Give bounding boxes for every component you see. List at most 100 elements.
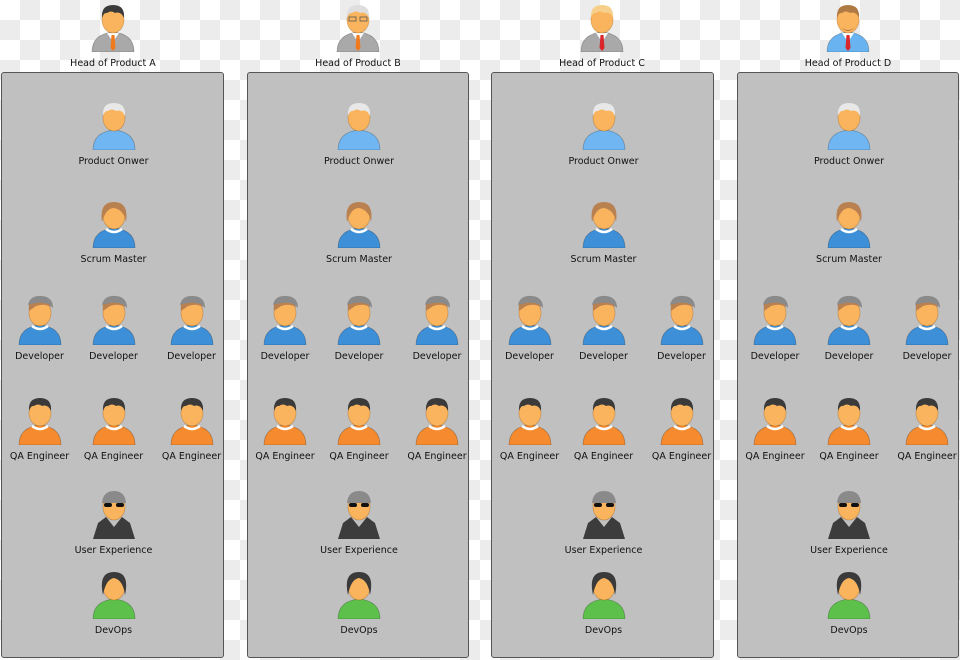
dev-avatar-icon [559, 293, 649, 345]
team-member-dev: Developer [637, 293, 727, 362]
po-avatar-icon [559, 98, 649, 150]
team-member-po: Product Onwer [804, 98, 894, 167]
person-label: Head of Product B [315, 58, 401, 69]
team-member-qa: QA Engineer [69, 393, 159, 462]
dev-avatar-icon [147, 293, 237, 345]
team-member-qa: QA Engineer [804, 393, 894, 462]
member-label: Scrum Master [80, 254, 147, 265]
team-member-ux: User Experience [804, 487, 894, 556]
team-member-dev: Developer [314, 293, 404, 362]
devops-avatar-icon [69, 567, 159, 619]
person-avatar-icon [557, 0, 647, 52]
ux-avatar-icon [69, 487, 159, 539]
team-member-qa: QA Engineer [147, 393, 237, 462]
team-member-ux: User Experience [314, 487, 404, 556]
member-label: Product Onwer [568, 156, 639, 167]
member-label: Product Onwer [323, 156, 395, 167]
member-label: DevOps [584, 625, 623, 636]
member-label: Developer [334, 351, 384, 362]
team-member-ux: User Experience [69, 487, 159, 556]
team-member-devops: DevOps [559, 567, 649, 636]
head-of-product-c: Head of Product C [557, 0, 647, 69]
member-label: Scrum Master [816, 254, 882, 265]
qa-avatar-icon [392, 393, 482, 445]
person-avatar-icon [803, 0, 893, 52]
member-label: QA Engineer [161, 451, 222, 462]
member-label: Developer [902, 351, 952, 362]
team-member-qa: QA Engineer [314, 393, 404, 462]
qa-avatar-icon [637, 393, 727, 445]
team-member-sm: Scrum Master [69, 196, 159, 265]
member-label: Developer [579, 351, 628, 362]
qa-avatar-icon [69, 393, 159, 445]
dev-avatar-icon [637, 293, 727, 345]
member-label: Developer [167, 351, 216, 362]
sm-avatar-icon [314, 196, 404, 248]
team-member-po: Product Onwer [314, 98, 404, 167]
head-of-product-b: Head of Product B [313, 0, 403, 69]
team-member-dev: Developer [559, 293, 649, 362]
team-member-qa: QA Engineer [559, 393, 649, 462]
devops-avatar-icon [804, 567, 894, 619]
qa-avatar-icon [314, 393, 404, 445]
member-label: User Experience [320, 545, 398, 556]
team-panel-c: Product Onwer Scrum Master Developer Develo… [491, 72, 714, 658]
member-label: QA Engineer [573, 451, 634, 462]
sm-avatar-icon [559, 196, 649, 248]
team-member-sm: Scrum Master [804, 196, 894, 265]
sm-avatar-icon [69, 196, 159, 248]
team-member-dev: Developer [147, 293, 237, 362]
dev-avatar-icon [314, 293, 404, 345]
team-member-po: Product Onwer [559, 98, 649, 167]
po-avatar-icon [69, 98, 159, 150]
member-label: User Experience [564, 545, 643, 556]
member-label: Product Onwer [78, 156, 149, 167]
team-member-qa: QA Engineer [882, 393, 960, 462]
team-member-ux: User Experience [559, 487, 649, 556]
team-member-dev: Developer [882, 293, 960, 362]
qa-avatar-icon [804, 393, 894, 445]
member-label: Developer [412, 351, 462, 362]
team-member-dev: Developer [804, 293, 894, 362]
ux-avatar-icon [314, 487, 404, 539]
team-member-devops: DevOps [314, 567, 404, 636]
dev-avatar-icon [69, 293, 159, 345]
person-label: Head of Product A [70, 58, 156, 69]
person-label: Head of Product D [804, 58, 892, 69]
member-label: Scrum Master [570, 254, 637, 265]
member-label: QA Engineer [651, 451, 712, 462]
team-member-devops: DevOps [69, 567, 159, 636]
team-member-devops: DevOps [804, 567, 894, 636]
dev-avatar-icon [804, 293, 894, 345]
member-label: Product Onwer [813, 156, 885, 167]
po-avatar-icon [804, 98, 894, 150]
ux-avatar-icon [559, 487, 649, 539]
dev-avatar-icon [882, 293, 960, 345]
dev-avatar-icon [392, 293, 482, 345]
member-label: QA Engineer [897, 451, 957, 462]
devops-avatar-icon [559, 567, 649, 619]
person-label: Head of Product C [559, 58, 645, 69]
member-label: Scrum Master [326, 254, 392, 265]
person-avatar-icon [68, 0, 158, 52]
member-label: User Experience [74, 545, 153, 556]
qa-avatar-icon [147, 393, 237, 445]
member-label: QA Engineer [329, 451, 389, 462]
member-label: Developer [657, 351, 706, 362]
member-label: User Experience [810, 545, 888, 556]
member-label: DevOps [830, 625, 868, 636]
team-panel-d: Product Onwer Scrum Master Developer Develo… [737, 72, 959, 658]
head-of-product-a: Head of Product A [68, 0, 158, 69]
member-label: Developer [89, 351, 138, 362]
member-label: QA Engineer [83, 451, 144, 462]
person-avatar-icon [313, 0, 403, 52]
team-member-dev: Developer [69, 293, 159, 362]
team-member-dev: Developer [392, 293, 482, 362]
sm-avatar-icon [804, 196, 894, 248]
member-label: Developer [824, 351, 874, 362]
member-label: DevOps [94, 625, 133, 636]
member-label: DevOps [340, 625, 378, 636]
team-member-sm: Scrum Master [314, 196, 404, 265]
team-member-sm: Scrum Master [559, 196, 649, 265]
team-panel-a: Product Onwer Scrum Master Developer Develo… [1, 72, 224, 658]
